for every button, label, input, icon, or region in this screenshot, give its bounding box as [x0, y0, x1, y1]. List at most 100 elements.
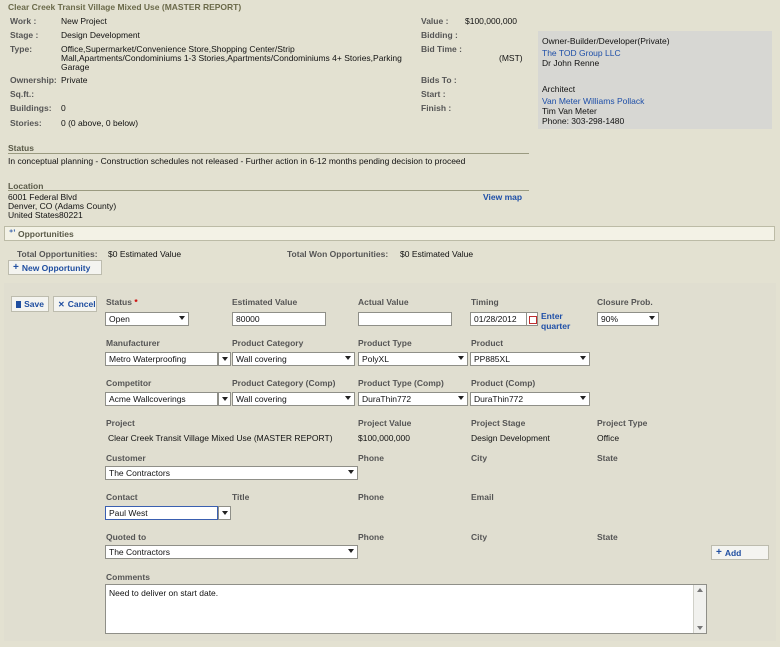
view-map-link[interactable]: View map — [483, 192, 522, 202]
bidsto-label: Bids To : — [421, 75, 457, 85]
product-type-comp-select[interactable]: DuraThin772 — [358, 392, 468, 406]
finish-label: Finish : — [421, 103, 452, 113]
project-type-value: Office — [597, 433, 620, 443]
collapse-icon: ⁺ʼ — [9, 228, 16, 237]
new-opportunity-label: New Opportunity — [21, 262, 91, 273]
start-label: Start : — [421, 89, 446, 99]
customer-label: Customer — [106, 453, 146, 463]
new-opportunity-button[interactable]: + New Opportunity — [8, 260, 102, 275]
product-category-label: Product Category — [232, 338, 304, 348]
status-select[interactable]: Open — [105, 312, 189, 326]
work-value: New Project — [61, 16, 107, 26]
actual-value-label: Actual Value — [358, 297, 409, 307]
quoted-to-label: Quoted to — [106, 532, 147, 542]
project-value-label: Project Value — [358, 418, 412, 428]
ownership-value: Private — [61, 75, 88, 85]
product-type-label: Product Type — [358, 338, 412, 348]
manufacturer-dropdown[interactable] — [218, 352, 231, 366]
manufacturer-combo[interactable]: Metro Waterproofing — [105, 352, 218, 366]
opportunities-tab[interactable]: ⁺ʼ Opportunities — [4, 226, 775, 241]
quoted-state-label: State — [597, 532, 618, 542]
status-field-label: Status * — [106, 297, 138, 307]
product-category-select[interactable]: Wall covering — [232, 352, 355, 366]
cancel-label: Cancel — [67, 299, 96, 309]
product-type-select[interactable]: PolyXL — [358, 352, 468, 366]
ownership-label: Ownership: — [10, 75, 57, 85]
actual-value-input[interactable] — [358, 312, 452, 326]
architect-phone: Phone: 303-298-1480 — [542, 116, 625, 126]
product-comp-label: Product (Comp) — [471, 378, 536, 388]
owner-heading: Owner-Builder/Developer(Private) — [542, 36, 670, 46]
customer-state-label: State — [597, 453, 618, 463]
total-won-label: Total Won Opportunities: — [287, 249, 389, 259]
comments-scrollbar[interactable] — [693, 585, 706, 633]
work-label: Work : — [10, 16, 37, 26]
add-quoted-button[interactable]: + Add — [711, 545, 769, 560]
save-label: Save — [24, 299, 44, 309]
save-icon — [16, 300, 22, 308]
calendar-icon[interactable] — [526, 312, 538, 326]
buildings-value: 0 — [61, 103, 66, 113]
timing-label: Timing — [471, 297, 499, 307]
product-comp-select[interactable]: DuraThin772 — [470, 392, 590, 406]
quoted-to-select[interactable]: The Contractors — [105, 545, 358, 559]
comments-text: Need to deliver on start date. — [109, 588, 219, 598]
type-line-3: Garage — [61, 62, 90, 72]
sqft-label: Sq.ft.: — [10, 89, 35, 99]
customer-select[interactable]: The Contractors — [105, 466, 358, 480]
comments-label: Comments — [106, 572, 150, 582]
cancel-icon: ✕ — [58, 299, 65, 309]
save-button[interactable]: Save — [11, 296, 49, 312]
project-type-label: Project Type — [597, 418, 648, 428]
total-opportunities-value: $0 Estimated Value — [108, 249, 182, 259]
comments-textarea[interactable]: Need to deliver on start date. — [105, 584, 707, 634]
contact-phone-label: Phone — [358, 492, 384, 502]
closure-prob-select[interactable]: 90% — [597, 312, 659, 326]
product-category-comp-label: Product Category (Comp) — [232, 378, 336, 388]
timing-input[interactable]: 01/28/2012 — [470, 312, 526, 326]
bidding-label: Bidding : — [421, 30, 458, 40]
competitor-dropdown[interactable] — [218, 392, 231, 406]
owner-company-link[interactable]: The TOD Group LLC — [542, 48, 621, 58]
location-line-3: United States80221 — [8, 210, 83, 220]
owner-person: Dr John Renne — [542, 58, 600, 68]
closure-prob-label: Closure Prob. — [597, 297, 653, 307]
status-text: In conceptual planning - Construction sc… — [8, 156, 466, 166]
stories-label: Stories: — [10, 118, 42, 128]
architect-person: Tim Van Meter — [542, 106, 597, 116]
cancel-button[interactable]: ✕ Cancel — [53, 296, 97, 312]
contact-combo[interactable]: Paul West — [105, 506, 218, 520]
project-title: Clear Creek Transit Village Mixed Use (M… — [8, 2, 242, 12]
architect-company-link[interactable]: Van Meter Williams Pollack — [542, 96, 644, 106]
quoted-phone-label: Phone — [358, 532, 384, 542]
competitor-label: Competitor — [106, 378, 152, 388]
product-category-comp-select[interactable]: Wall covering — [232, 392, 355, 406]
product-label: Product — [471, 338, 504, 348]
total-opportunities-label: Total Opportunities: — [17, 249, 98, 259]
status-heading: Status — [8, 143, 34, 153]
value-value: $100,000,000 — [465, 16, 517, 26]
stories-value: 0 (0 above, 0 below) — [61, 118, 139, 128]
required-marker: * — [134, 297, 138, 307]
project-value-amount: $100,000,000 — [358, 433, 410, 443]
quoted-city-label: City — [471, 532, 488, 542]
contact-dropdown[interactable] — [218, 506, 231, 520]
add-label: Add — [724, 547, 742, 558]
enter-quarter-link[interactable]: Enter quarter — [541, 311, 581, 331]
competitor-combo[interactable]: Acme Wallcoverings — [105, 392, 218, 406]
contact-email-label: Email — [471, 492, 494, 502]
customer-phone-label: Phone — [358, 453, 384, 463]
project-label: Project — [106, 418, 135, 428]
product-select[interactable]: PP885XL — [470, 352, 590, 366]
plus-icon: + — [716, 546, 722, 558]
status-divider — [8, 153, 529, 154]
bidtime-label: Bid Time : — [421, 44, 462, 54]
contact-label: Contact — [106, 492, 138, 502]
estimated-value-input[interactable]: 80000 — [232, 312, 326, 326]
value-label: Value : — [421, 16, 449, 26]
customer-city-label: City — [471, 453, 488, 463]
opportunities-tab-label: Opportunities — [18, 229, 74, 239]
estimated-value-label: Estimated Value — [232, 297, 298, 307]
type-label: Type: — [10, 44, 33, 54]
project-stage-label: Project Stage — [471, 418, 526, 428]
